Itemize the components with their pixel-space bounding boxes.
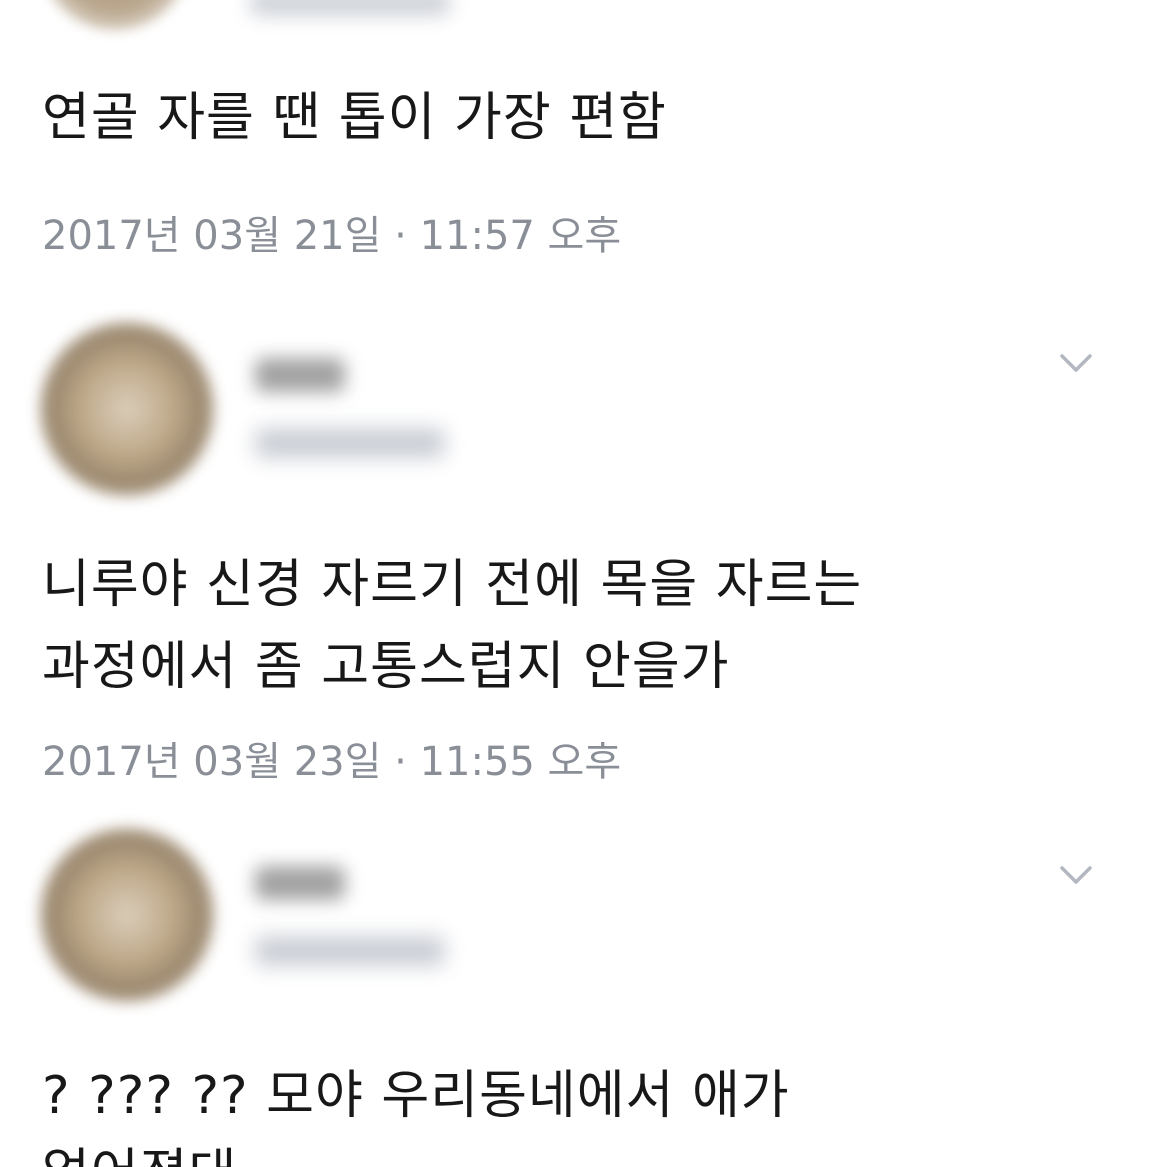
user-name-blurred bbox=[255, 866, 345, 900]
tweet-text-2-line-1: 니루야 신경 자르기 전에 목을 자르는 bbox=[42, 555, 863, 615]
user-handle-blurred bbox=[255, 428, 445, 458]
avatar[interactable] bbox=[40, 828, 214, 1002]
tweet-text-3-line-1: ? ??? ?? 모야 우리동네에서 애가 bbox=[42, 1066, 790, 1126]
chevron-down-icon[interactable] bbox=[1056, 348, 1096, 378]
avatar[interactable] bbox=[40, 0, 190, 30]
tweet-text-1: 연골 자를 땐 톱이 가장 편함 bbox=[42, 88, 667, 148]
user-handle-blurred bbox=[250, 0, 450, 16]
tweet-timestamp-1: 2017년 03월 21일 · 11:57 오후 bbox=[42, 213, 622, 259]
avatar[interactable] bbox=[40, 322, 214, 496]
tweet-text-2-line-2: 과정에서 좀 고통스럽지 안을가 bbox=[42, 637, 730, 697]
tweet-timestamp-2: 2017년 03월 23일 · 11:55 오후 bbox=[42, 739, 622, 785]
chevron-down-icon[interactable] bbox=[1056, 860, 1096, 890]
user-handle-blurred bbox=[255, 936, 445, 966]
user-name-blurred bbox=[255, 358, 345, 392]
tweet-text-3-line-2: 없어졌대 bbox=[42, 1136, 237, 1167]
